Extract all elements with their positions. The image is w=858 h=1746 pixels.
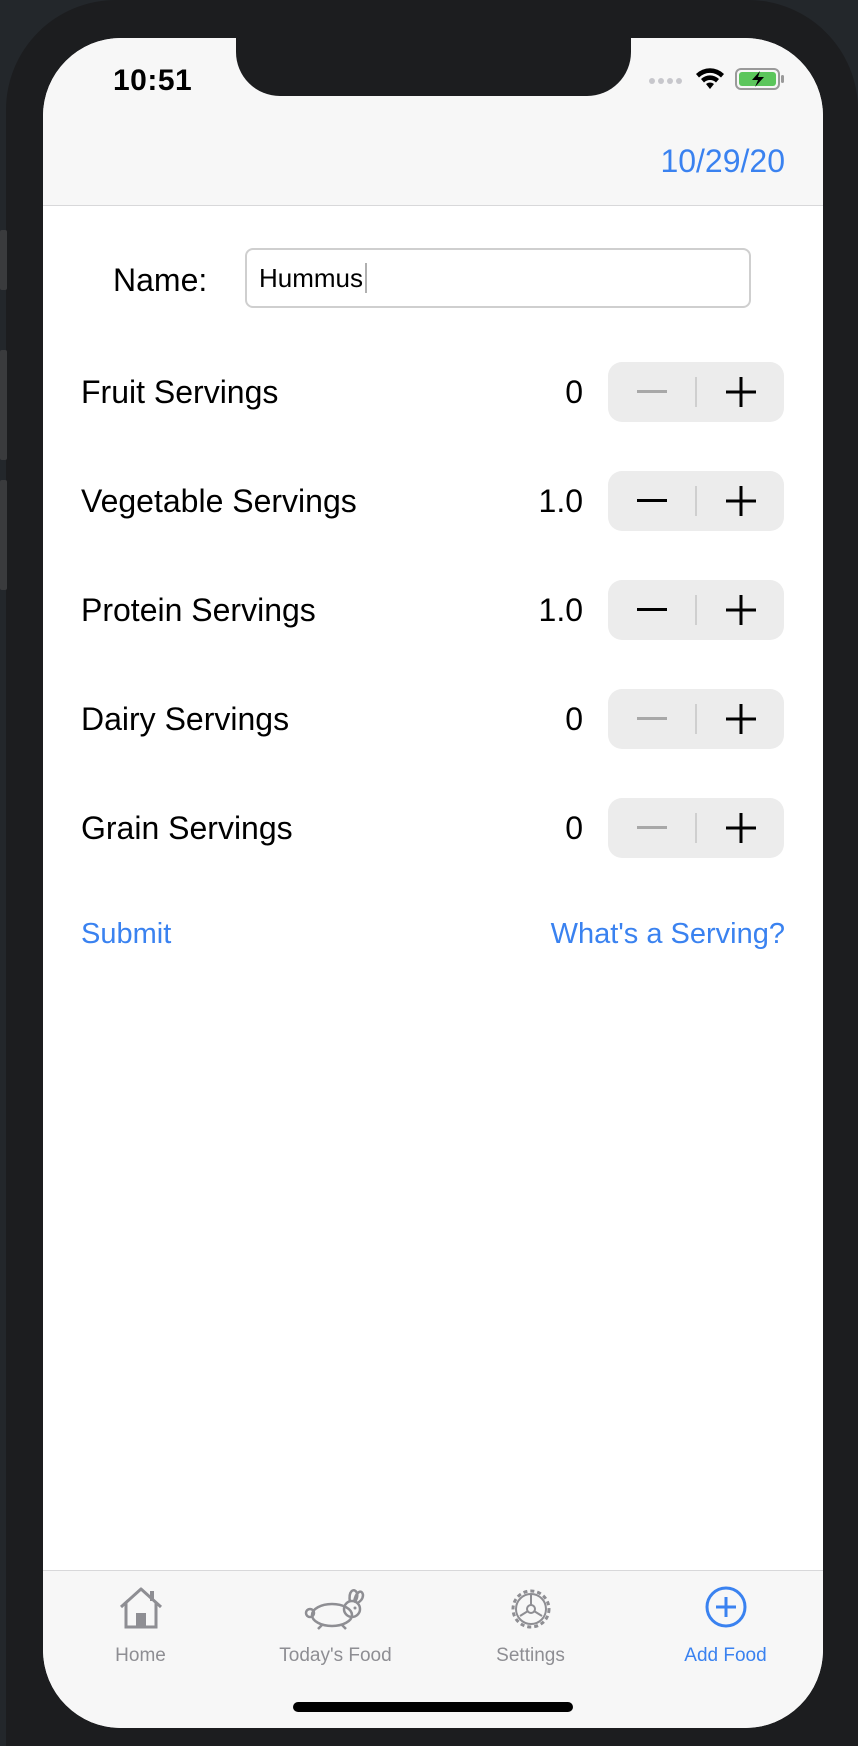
volume-down-button <box>0 480 7 590</box>
fruit-servings-row: Fruit Servings 0 <box>43 362 823 422</box>
tab-home[interactable]: Home <box>43 1585 238 1675</box>
grain-servings-stepper <box>608 798 784 858</box>
grain-servings-row: Grain Servings 0 <box>43 798 823 858</box>
protein-decrement-button[interactable] <box>608 580 695 640</box>
status-time: 10:51 <box>113 64 193 97</box>
date-button[interactable]: 10/29/20 <box>660 143 785 180</box>
battery-charging-icon <box>735 67 785 96</box>
grain-servings-label: Grain Servings <box>81 810 293 846</box>
dairy-servings-label: Dairy Servings <box>81 701 290 737</box>
whats-a-serving-button[interactable]: What's a Serving? <box>551 918 785 951</box>
minus-icon <box>636 608 667 611</box>
fruit-increment-button[interactable] <box>697 362 784 422</box>
fruit-servings-label: Fruit Servings <box>81 374 279 410</box>
minus-icon <box>636 717 667 720</box>
tab-home-label: Home <box>115 1645 166 1666</box>
plus-icon <box>725 704 756 734</box>
vegetable-servings-value: 1.0 <box>538 483 583 519</box>
tab-add-food-label: Add Food <box>684 1645 767 1666</box>
dairy-servings-stepper <box>608 689 784 749</box>
protein-servings-stepper <box>608 580 784 640</box>
cellular-signal-icon <box>649 72 685 90</box>
protein-servings-value: 1.0 <box>538 592 583 628</box>
protein-servings-label: Protein Servings <box>81 592 316 628</box>
plus-icon <box>725 595 756 625</box>
minus-icon <box>636 826 667 829</box>
house-icon <box>117 1585 165 1636</box>
minus-icon <box>636 390 667 393</box>
volume-up-button <box>0 350 7 460</box>
device-notch <box>236 38 631 96</box>
vegetable-servings-stepper <box>608 471 784 531</box>
name-label: Name: <box>113 262 208 298</box>
tab-todays-food-label: Today's Food <box>279 1645 392 1666</box>
tab-add-food[interactable]: Add Food <box>628 1585 823 1675</box>
vegetable-increment-button[interactable] <box>697 471 784 531</box>
vegetable-servings-row: Vegetable Servings 1.0 <box>43 471 823 531</box>
grain-decrement-button[interactable] <box>608 798 695 858</box>
submit-button[interactable]: Submit <box>81 918 171 951</box>
name-input-value: Hummus <box>259 262 364 293</box>
vegetable-servings-label: Vegetable Servings <box>81 483 357 519</box>
gear-icon <box>507 1585 555 1638</box>
tab-todays-food[interactable]: Today's Food <box>238 1585 433 1675</box>
plus-icon <box>725 377 756 407</box>
wifi-icon <box>695 67 725 96</box>
fruit-servings-value: 0 <box>565 374 583 410</box>
plus-icon <box>725 486 756 516</box>
dairy-servings-row: Dairy Servings 0 <box>43 689 823 749</box>
dairy-servings-value: 0 <box>565 701 583 737</box>
fruit-decrement-button[interactable] <box>608 362 695 422</box>
vegetable-decrement-button[interactable] <box>608 471 695 531</box>
form-actions: Submit What's a Serving? <box>43 918 823 968</box>
dairy-increment-button[interactable] <box>697 689 784 749</box>
minus-icon <box>636 499 667 502</box>
protein-servings-row: Protein Servings 1.0 <box>43 580 823 640</box>
plus-icon <box>725 813 756 843</box>
grain-increment-button[interactable] <box>697 798 784 858</box>
dairy-decrement-button[interactable] <box>608 689 695 749</box>
grain-servings-value: 0 <box>565 810 583 846</box>
silent-switch <box>0 230 7 290</box>
tab-settings[interactable]: Settings <box>433 1585 628 1675</box>
tab-settings-label: Settings <box>496 1645 565 1666</box>
plus-circle-icon <box>702 1585 750 1638</box>
app-screen: 10:51 10/29/20 Name: Hummus Fruit Servin… <box>43 38 823 1728</box>
text-caret <box>365 263 368 293</box>
home-indicator[interactable] <box>293 1702 573 1712</box>
rabbit-icon <box>304 1585 368 1636</box>
name-input[interactable]: Hummus <box>245 248 751 308</box>
status-icons <box>649 67 785 96</box>
protein-increment-button[interactable] <box>697 580 784 640</box>
fruit-servings-stepper <box>608 362 784 422</box>
